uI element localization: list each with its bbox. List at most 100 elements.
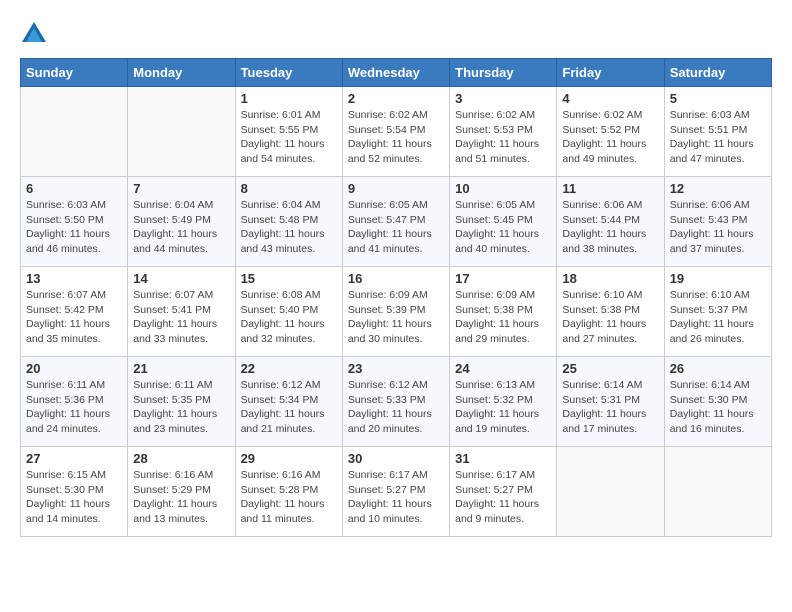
day-number: 7 — [133, 181, 229, 196]
day-info: Sunrise: 6:11 AM Sunset: 5:35 PM Dayligh… — [133, 378, 229, 437]
day-number: 2 — [348, 91, 444, 106]
day-number: 23 — [348, 361, 444, 376]
day-number: 24 — [455, 361, 551, 376]
calendar-cell: 12 Sunrise: 6:06 AM Sunset: 5:43 PM Dayli… — [664, 177, 771, 267]
calendar-week-row: 6 Sunrise: 6:03 AM Sunset: 5:50 PM Daylig… — [21, 177, 772, 267]
logo-icon — [20, 20, 48, 48]
day-number: 25 — [562, 361, 658, 376]
calendar-cell: 4 Sunrise: 6:02 AM Sunset: 5:52 PM Daylig… — [557, 87, 664, 177]
calendar-table: SundayMondayTuesdayWednesdayThursdayFrid… — [20, 58, 772, 537]
day-info: Sunrise: 6:03 AM Sunset: 5:50 PM Dayligh… — [26, 198, 122, 257]
day-info: Sunrise: 6:15 AM Sunset: 5:30 PM Dayligh… — [26, 468, 122, 527]
day-number: 16 — [348, 271, 444, 286]
day-info: Sunrise: 6:04 AM Sunset: 5:48 PM Dayligh… — [241, 198, 337, 257]
day-info: Sunrise: 6:06 AM Sunset: 5:43 PM Dayligh… — [670, 198, 766, 257]
day-number: 31 — [455, 451, 551, 466]
day-number: 4 — [562, 91, 658, 106]
day-info: Sunrise: 6:05 AM Sunset: 5:47 PM Dayligh… — [348, 198, 444, 257]
calendar-cell: 17 Sunrise: 6:09 AM Sunset: 5:38 PM Dayli… — [450, 267, 557, 357]
calendar-cell: 6 Sunrise: 6:03 AM Sunset: 5:50 PM Daylig… — [21, 177, 128, 267]
calendar-cell: 31 Sunrise: 6:17 AM Sunset: 5:27 PM Dayli… — [450, 447, 557, 537]
day-number: 26 — [670, 361, 766, 376]
calendar-cell: 25 Sunrise: 6:14 AM Sunset: 5:31 PM Dayli… — [557, 357, 664, 447]
calendar-cell: 29Sunrise: 6:16 AM Sunset: 5:28 PM Dayli… — [235, 447, 342, 537]
day-info: Sunrise: 6:02 AM Sunset: 5:53 PM Dayligh… — [455, 108, 551, 167]
day-info: Sunrise: 6:11 AM Sunset: 5:36 PM Dayligh… — [26, 378, 122, 437]
day-info: Sunrise: 6:17 AM Sunset: 5:27 PM Dayligh… — [455, 468, 551, 527]
calendar-week-row: 13 Sunrise: 6:07 AM Sunset: 5:42 PM Dayli… — [21, 267, 772, 357]
logo — [20, 20, 52, 48]
calendar-cell: 2 Sunrise: 6:02 AM Sunset: 5:54 PM Daylig… — [342, 87, 449, 177]
day-info: Sunrise: 6:03 AM Sunset: 5:51 PM Dayligh… — [670, 108, 766, 167]
day-info: Sunrise: 6:07 AM Sunset: 5:41 PM Dayligh… — [133, 288, 229, 347]
day-number: 8 — [241, 181, 337, 196]
day-info: Sunrise: 6:05 AM Sunset: 5:45 PM Dayligh… — [455, 198, 551, 257]
day-info: Sunrise: 6:16 AM Sunset: 5:28 PM Dayligh… — [241, 468, 337, 527]
day-info: Sunrise: 6:02 AM Sunset: 5:54 PM Dayligh… — [348, 108, 444, 167]
calendar-cell — [128, 87, 235, 177]
day-number: 6 — [26, 181, 122, 196]
day-info: Sunrise: 6:10 AM Sunset: 5:38 PM Dayligh… — [562, 288, 658, 347]
calendar-cell: 7 Sunrise: 6:04 AM Sunset: 5:49 PM Daylig… — [128, 177, 235, 267]
day-number: 30 — [348, 451, 444, 466]
day-info: Sunrise: 6:14 AM Sunset: 5:31 PM Dayligh… — [562, 378, 658, 437]
day-info: Sunrise: 6:10 AM Sunset: 5:37 PM Dayligh… — [670, 288, 766, 347]
day-number: 27 — [26, 451, 122, 466]
day-number: 20 — [26, 361, 122, 376]
calendar-cell: 24 Sunrise: 6:13 AM Sunset: 5:32 PM Dayli… — [450, 357, 557, 447]
day-number: 28 — [133, 451, 229, 466]
day-number: 21 — [133, 361, 229, 376]
day-info: Sunrise: 6:14 AM Sunset: 5:30 PM Dayligh… — [670, 378, 766, 437]
calendar-cell: 14 Sunrise: 6:07 AM Sunset: 5:41 PM Dayli… — [128, 267, 235, 357]
calendar-cell: 9 Sunrise: 6:05 AM Sunset: 5:47 PM Daylig… — [342, 177, 449, 267]
day-number: 10 — [455, 181, 551, 196]
weekday-header-row: SundayMondayTuesdayWednesdayThursdayFrid… — [21, 59, 772, 87]
calendar-cell — [21, 87, 128, 177]
calendar-cell: 20 Sunrise: 6:11 AM Sunset: 5:36 PM Dayli… — [21, 357, 128, 447]
day-info: Sunrise: 6:08 AM Sunset: 5:40 PM Dayligh… — [241, 288, 337, 347]
calendar-cell: 10 Sunrise: 6:05 AM Sunset: 5:45 PM Dayli… — [450, 177, 557, 267]
weekday-header: Friday — [557, 59, 664, 87]
weekday-header: Saturday — [664, 59, 771, 87]
day-info: Sunrise: 6:13 AM Sunset: 5:32 PM Dayligh… — [455, 378, 551, 437]
day-number: 9 — [348, 181, 444, 196]
weekday-header: Tuesday — [235, 59, 342, 87]
weekday-header: Thursday — [450, 59, 557, 87]
day-info: Sunrise: 6:12 AM Sunset: 5:33 PM Dayligh… — [348, 378, 444, 437]
weekday-header: Sunday — [21, 59, 128, 87]
calendar-cell: 3Sunrise: 6:02 AM Sunset: 5:53 PM Daylig… — [450, 87, 557, 177]
day-info: Sunrise: 6:17 AM Sunset: 5:27 PM Dayligh… — [348, 468, 444, 527]
day-info: Sunrise: 6:01 AM Sunset: 5:55 PM Dayligh… — [241, 108, 337, 167]
day-info: Sunrise: 6:12 AM Sunset: 5:34 PM Dayligh… — [241, 378, 337, 437]
day-number: 12 — [670, 181, 766, 196]
calendar-week-row: 20 Sunrise: 6:11 AM Sunset: 5:36 PM Dayli… — [21, 357, 772, 447]
calendar-cell: 28 Sunrise: 6:16 AM Sunset: 5:29 PM Dayli… — [128, 447, 235, 537]
calendar-cell: 13 Sunrise: 6:07 AM Sunset: 5:42 PM Dayli… — [21, 267, 128, 357]
day-info: Sunrise: 6:16 AM Sunset: 5:29 PM Dayligh… — [133, 468, 229, 527]
day-number: 1 — [241, 91, 337, 106]
day-number: 15 — [241, 271, 337, 286]
calendar-cell — [664, 447, 771, 537]
calendar-cell: 5Sunrise: 6:03 AM Sunset: 5:51 PM Daylig… — [664, 87, 771, 177]
calendar-cell: 27 Sunrise: 6:15 AM Sunset: 5:30 PM Dayli… — [21, 447, 128, 537]
calendar-week-row: 27 Sunrise: 6:15 AM Sunset: 5:30 PM Dayli… — [21, 447, 772, 537]
day-info: Sunrise: 6:09 AM Sunset: 5:38 PM Dayligh… — [455, 288, 551, 347]
day-number: 18 — [562, 271, 658, 286]
day-info: Sunrise: 6:02 AM Sunset: 5:52 PM Dayligh… — [562, 108, 658, 167]
day-number: 13 — [26, 271, 122, 286]
calendar-cell: 19 Sunrise: 6:10 AM Sunset: 5:37 PM Dayli… — [664, 267, 771, 357]
day-number: 14 — [133, 271, 229, 286]
weekday-header: Wednesday — [342, 59, 449, 87]
day-info: Sunrise: 6:07 AM Sunset: 5:42 PM Dayligh… — [26, 288, 122, 347]
day-number: 19 — [670, 271, 766, 286]
calendar-cell: 8 Sunrise: 6:04 AM Sunset: 5:48 PM Daylig… — [235, 177, 342, 267]
weekday-header: Monday — [128, 59, 235, 87]
day-number: 11 — [562, 181, 658, 196]
day-info: Sunrise: 6:04 AM Sunset: 5:49 PM Dayligh… — [133, 198, 229, 257]
page-header — [20, 20, 772, 48]
day-number: 17 — [455, 271, 551, 286]
calendar-cell: 26 Sunrise: 6:14 AM Sunset: 5:30 PM Dayli… — [664, 357, 771, 447]
day-info: Sunrise: 6:09 AM Sunset: 5:39 PM Dayligh… — [348, 288, 444, 347]
calendar-cell: 11Sunrise: 6:06 AM Sunset: 5:44 PM Dayli… — [557, 177, 664, 267]
calendar-cell — [557, 447, 664, 537]
